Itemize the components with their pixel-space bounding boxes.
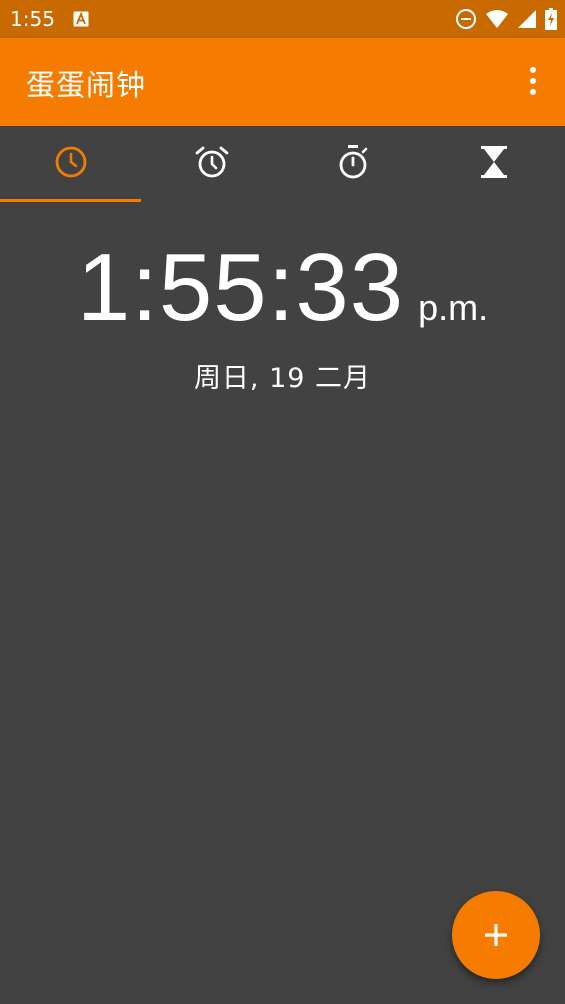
plus-icon xyxy=(485,924,507,946)
app-bar: 蛋蛋闹钟 xyxy=(0,38,565,126)
a-icon xyxy=(73,11,89,27)
am-pm-label: p.m. xyxy=(418,287,489,328)
tab-stopwatch[interactable] xyxy=(283,126,424,202)
status-time: 1:55 xyxy=(10,7,55,31)
tab-bar xyxy=(0,126,565,202)
battery-charging-icon xyxy=(545,8,557,30)
hourglass-icon xyxy=(481,146,508,178)
signal-icon xyxy=(518,10,536,28)
clock-icon xyxy=(55,146,87,178)
tab-timer[interactable] xyxy=(424,126,565,202)
stopwatch-icon xyxy=(339,145,368,179)
status-icons xyxy=(455,8,557,30)
alarm-icon xyxy=(195,146,229,178)
tab-alarm[interactable] xyxy=(141,126,282,202)
tab-clock[interactable] xyxy=(0,126,142,202)
status-bar: 1:55 xyxy=(0,0,565,38)
time-row: 1:55:33 p.m. xyxy=(0,240,565,336)
clock-display: 1:55:33 p.m. 周日, 19 二月 xyxy=(0,240,565,395)
add-city-button[interactable] xyxy=(452,891,540,979)
more-vert-icon[interactable] xyxy=(521,64,545,98)
current-time: 1:55:33 xyxy=(76,234,405,341)
app-title: 蛋蛋闹钟 xyxy=(26,68,147,102)
wifi-icon xyxy=(486,10,508,28)
do-not-disturb-icon xyxy=(456,9,476,29)
current-date: 周日, 19 二月 xyxy=(193,363,372,394)
